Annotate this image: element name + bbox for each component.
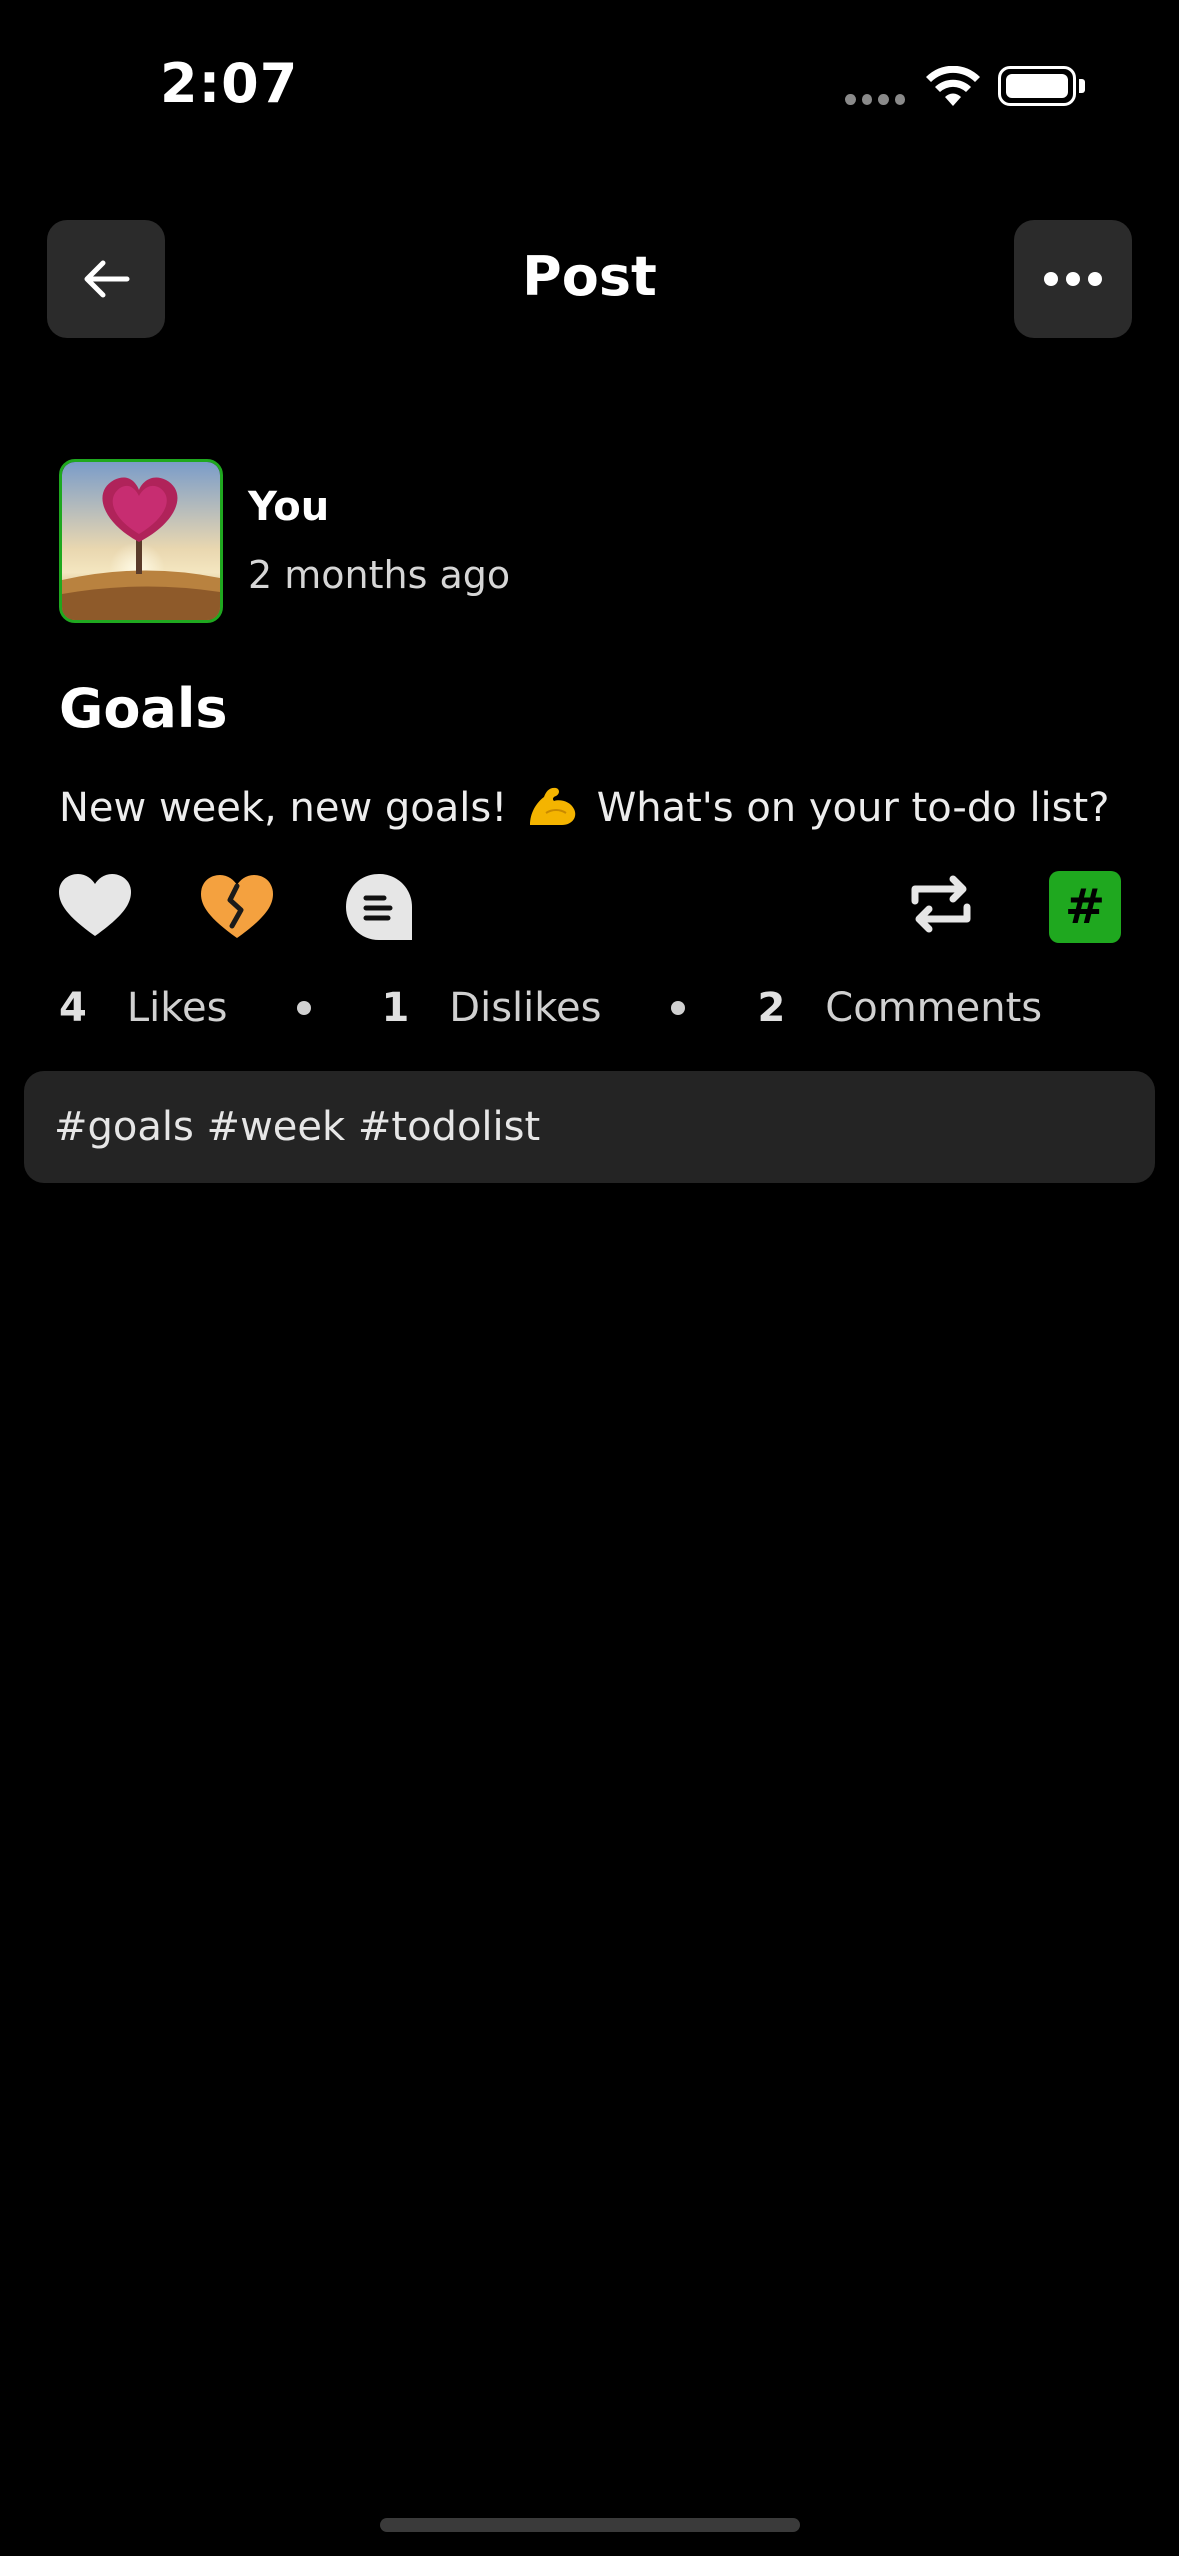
like-heart-icon[interactable] (57, 872, 133, 938)
ellipsis-icon (1044, 272, 1102, 286)
repost-icon[interactable] (905, 875, 977, 933)
comments-count: 2 (757, 985, 786, 1031)
hashtags-box: #goals #week #todolist (24, 1071, 1155, 1183)
hashtags-text[interactable]: #goals #week #todolist (54, 1104, 540, 1150)
avatar[interactable] (59, 459, 223, 623)
likes-label[interactable]: Likes (127, 985, 228, 1031)
status-time: 2:07 (160, 52, 299, 115)
author-name[interactable]: You (248, 484, 329, 530)
more-options-button[interactable] (1014, 220, 1132, 338)
home-indicator[interactable] (380, 2518, 800, 2532)
post-body: New week, new goals! What's on your to-d… (59, 783, 1109, 831)
likes-count: 4 (59, 985, 87, 1031)
dislikes-label[interactable]: Dislikes (449, 985, 601, 1031)
heart-tree-image (62, 462, 220, 620)
post-body-text-start: New week, new goals! (59, 785, 508, 831)
post-body-text-end: What's on your to-do list? (596, 785, 1110, 831)
cellular-signal-icon (845, 94, 905, 106)
post-title: Goals (59, 677, 228, 740)
comment-icon[interactable] (344, 872, 414, 942)
wifi-icon (926, 66, 980, 106)
separator-dot (297, 1001, 312, 1015)
dislikes-count: 1 (381, 985, 410, 1031)
post-timestamp: 2 months ago (248, 553, 511, 597)
post-stats: 4 Likes 1 Dislikes 2 Comments (59, 985, 1042, 1031)
battery-tip (1079, 79, 1085, 93)
flexed-biceps-emoji-icon (529, 787, 576, 825)
page-title: Post (522, 245, 657, 308)
hashtag-icon: # (1064, 879, 1106, 935)
comments-label[interactable]: Comments (825, 985, 1042, 1031)
separator-dot (671, 1001, 686, 1015)
battery-icon (998, 66, 1076, 106)
broken-heart-icon[interactable] (199, 872, 275, 940)
hashtag-button[interactable]: # (1049, 871, 1121, 943)
